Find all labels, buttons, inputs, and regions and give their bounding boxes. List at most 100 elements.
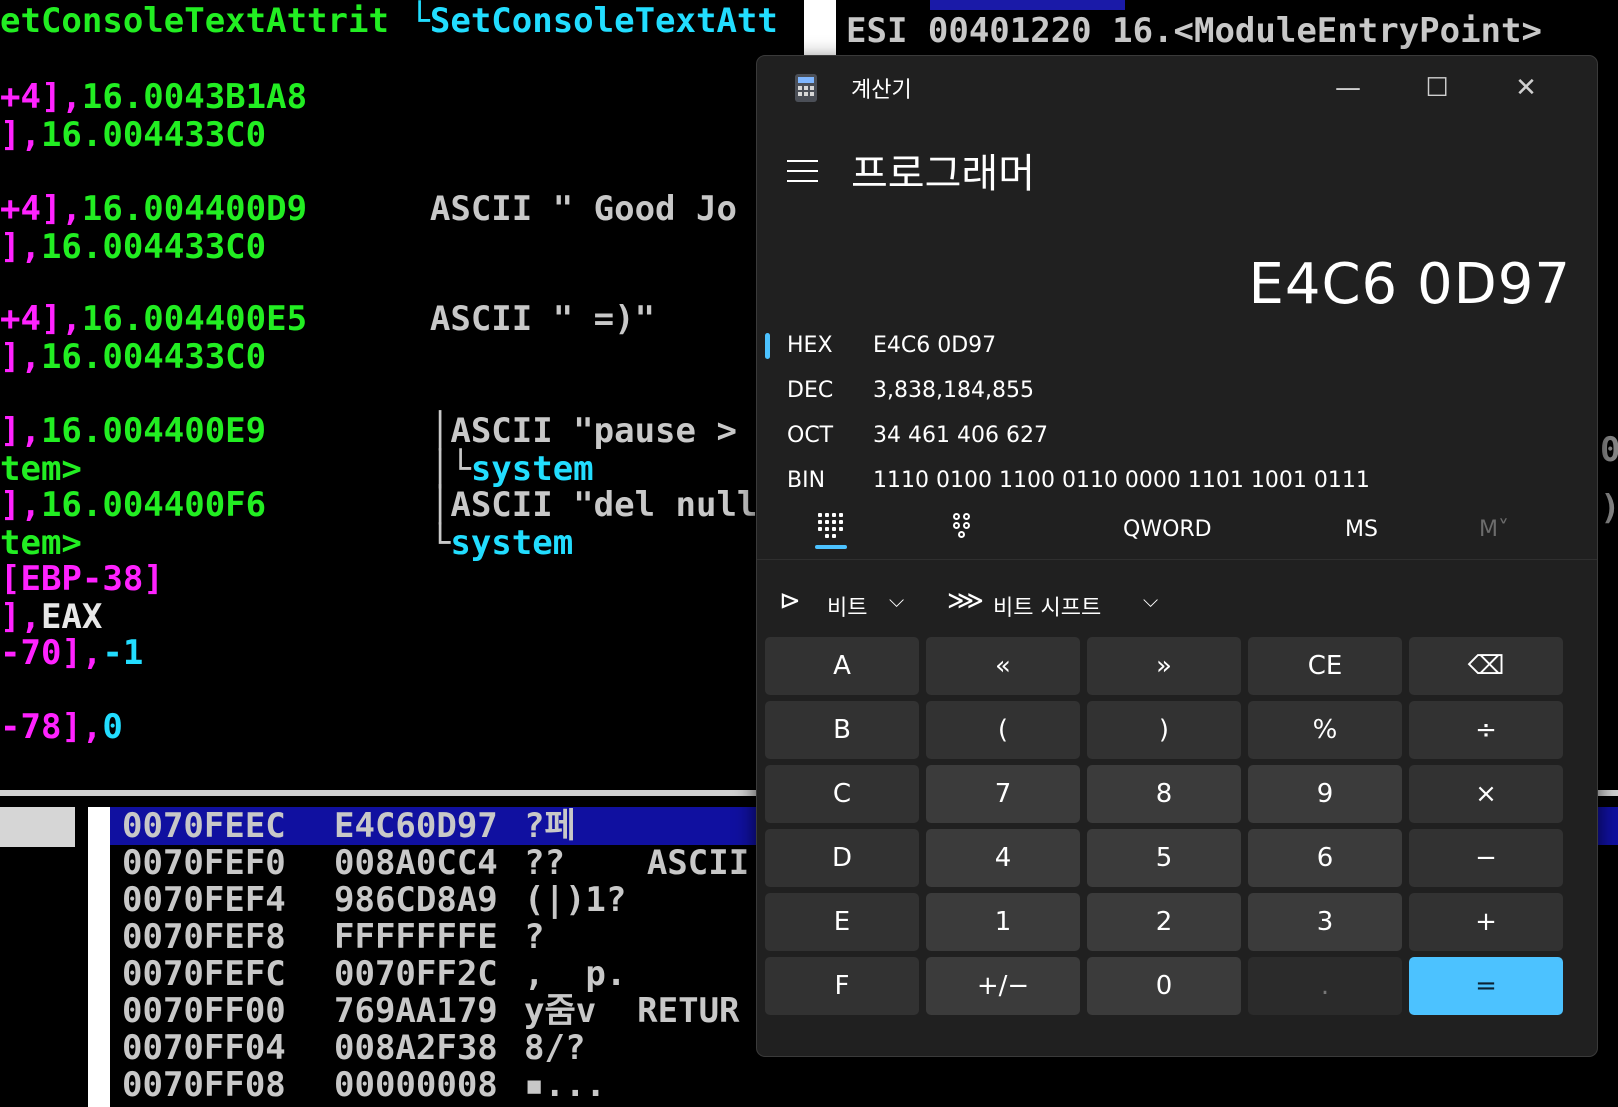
disassembly-line[interactable]: +4],16.004400D9 ASCII " Good Jo [0, 190, 737, 228]
memory-store-button[interactable]: MS [1345, 517, 1378, 542]
bit-shift-dropdown[interactable]: ⋙ 비트 시프트 ⌵ [947, 584, 1158, 624]
negate-button[interactable]: +/− [926, 957, 1080, 1015]
close-paren-button[interactable]: ) [1087, 701, 1241, 759]
digit-1-button[interactable]: 1 [926, 893, 1080, 951]
stack-rest: , p. [524, 954, 627, 994]
digit-3-button[interactable]: 3 [1248, 893, 1402, 951]
shift-left-button[interactable]: « [926, 637, 1080, 695]
add-button[interactable]: + [1409, 893, 1563, 951]
disassembly-token: └SetConsoleTextAtt [409, 1, 778, 41]
disassembly-token: system [470, 449, 594, 489]
disassembly-token: ], [0, 115, 41, 155]
disassembly-token: [EBP-38] [0, 559, 164, 599]
modulo-button[interactable]: % [1248, 701, 1402, 759]
digit-0-button[interactable]: 0 [1087, 957, 1241, 1015]
digit-9-button[interactable]: 9 [1248, 765, 1402, 823]
hex-d-button[interactable]: D [765, 829, 919, 887]
disassembly-line[interactable]: etConsoleTextAttrit └SetConsoleTextAtt [0, 2, 778, 40]
disassembly-line[interactable]: +4],16.004400E5 ASCII " =)" [0, 300, 655, 338]
disassembly-line[interactable]: tem> │└system [0, 450, 594, 488]
calculator-app-icon [795, 74, 817, 102]
radix-row-dec[interactable]: DEC 3,838,184,855 [757, 368, 1597, 414]
disassembly-token: -1 [102, 633, 144, 673]
hex-c-button[interactable]: C [765, 765, 919, 823]
disassembly-token: ], [0, 485, 41, 525]
digit-5-button[interactable]: 5 [1087, 829, 1241, 887]
stack-addr: 0070FEF4 [122, 880, 286, 920]
navigation-menu-icon[interactable] [787, 156, 821, 186]
disassembly-token: EAX [40, 597, 103, 637]
digit-4-button[interactable]: 4 [926, 829, 1080, 887]
chevron-down-icon: ⌵ [889, 588, 905, 612]
radix-row-bin[interactable]: BIN 1110 0100 1100 0110 0000 1101 1001 01… [757, 458, 1597, 504]
disassembly-token: tem> [0, 449, 82, 489]
stack-rest: ▪... [524, 1065, 606, 1105]
bitwise-gate-icon: ⊳ [779, 586, 801, 616]
disassembly-line[interactable]: [EBP-38] [0, 560, 164, 598]
stack-val: E4C60D97 [334, 807, 498, 846]
title-bar[interactable]: 계산기 — ☐ ✕ [757, 56, 1597, 118]
close-button[interactable]: ✕ [1501, 68, 1551, 108]
calculator-mode-title: 프로그래머 [851, 151, 1035, 197]
disassembly-line[interactable]: -78],0 [0, 708, 123, 746]
radix-row-oct[interactable]: OCT 34 461 406 627 [757, 413, 1597, 459]
memory-list-button[interactable]: M˅ [1479, 517, 1509, 542]
disassembly-line[interactable]: ],16.004433C0 [0, 338, 266, 376]
multiply-button[interactable]: × [1409, 765, 1563, 823]
stack-addr: 0070FEF8 [122, 917, 286, 957]
backspace-button[interactable]: ⌫ [1409, 637, 1563, 695]
disassembly-line[interactable]: ],16.004400F6 │ASCII "del null [0, 486, 757, 524]
disassembly-token: system [450, 523, 574, 563]
hex-b-button[interactable]: B [765, 701, 919, 759]
equals-button[interactable]: = [1409, 957, 1563, 1015]
registers-pane[interactable]: ESI 00401220 16.<ModuleEntryPoint> [836, 0, 1618, 55]
digit-2-button[interactable]: 2 [1087, 893, 1241, 951]
shift-right-button[interactable]: » [1087, 637, 1241, 695]
disassembly-line[interactable]: ],EAX [0, 598, 102, 636]
stack-rest: ? [524, 917, 545, 957]
stack-addr: 0070FEEC [122, 807, 286, 846]
disassembly-line[interactable]: -70],-1 [0, 634, 143, 672]
subtract-button[interactable]: − [1409, 829, 1563, 887]
disassembly-token: 16.0043B1A8 [81, 77, 308, 117]
bit-toggle-keypad-icon[interactable] [953, 513, 979, 545]
open-paren-button[interactable]: ( [926, 701, 1080, 759]
disassembly-line[interactable]: tem> └system [0, 524, 573, 562]
register-line: ESI 00401220 16.<ModuleEntryPoint> [846, 11, 1542, 51]
disassembly-pane[interactable]: etConsoleTextAttrit └SetConsoleTextAtt +4… [0, 0, 808, 790]
pane-divider[interactable] [804, 0, 836, 55]
disassembly-line[interactable]: ],16.004400E9 │ASCII "pause > [0, 412, 737, 450]
word-size-button[interactable]: QWORD [1123, 517, 1212, 542]
bitwise-dropdown[interactable]: ⊳ 비트 ⌵ [779, 584, 919, 624]
clear-entry-button[interactable]: CE [1248, 637, 1402, 695]
calculator-window[interactable]: 계산기 — ☐ ✕ 프로그래머 E4C 6 0 D 9 7 HEX E4C6 0D97 DE… [756, 55, 1598, 1057]
disassembly-token: │ASCII "pause > [266, 411, 737, 451]
radix-row-hex[interactable]: HEX E4C6 0D97 [757, 323, 1597, 369]
pane-fragment: ) [1600, 488, 1618, 528]
divide-button[interactable]: ÷ [1409, 701, 1563, 759]
active-tab-underline [815, 545, 847, 549]
disassembly-token: -78], [0, 707, 103, 747]
full-keypad-icon[interactable] [815, 513, 851, 543]
stack-addr: 0070FEF0 [122, 843, 286, 883]
stack-rest: y줌v RETUR [524, 991, 740, 1031]
hex-e-button[interactable]: E [765, 893, 919, 951]
disassembly-token: 16.004433C0 [40, 115, 267, 155]
disassembly-line[interactable]: ],16.004433C0 [0, 116, 266, 154]
dump-pane-header [0, 807, 75, 847]
disassembly-line[interactable]: ],16.004433C0 [0, 228, 266, 266]
decimal-button[interactable]: . [1248, 957, 1402, 1015]
digit-7-button[interactable]: 7 [926, 765, 1080, 823]
stack-val: 769AA179 [334, 991, 498, 1031]
digit-6-button[interactable]: 6 [1248, 829, 1402, 887]
minimize-button[interactable]: — [1323, 68, 1373, 108]
stack-val: 0070FF2C [334, 954, 498, 994]
stack-rest: 8/? [524, 1028, 586, 1068]
hex-a-button[interactable]: A [765, 637, 919, 695]
disassembly-line[interactable]: +4],16.0043B1A8 [0, 78, 307, 116]
window-title: 계산기 [851, 78, 912, 103]
maximize-button[interactable]: ☐ [1412, 68, 1462, 108]
digit-8-button[interactable]: 8 [1087, 765, 1241, 823]
disassembly-token: 0 [102, 707, 123, 747]
hex-f-button[interactable]: F [765, 957, 919, 1015]
